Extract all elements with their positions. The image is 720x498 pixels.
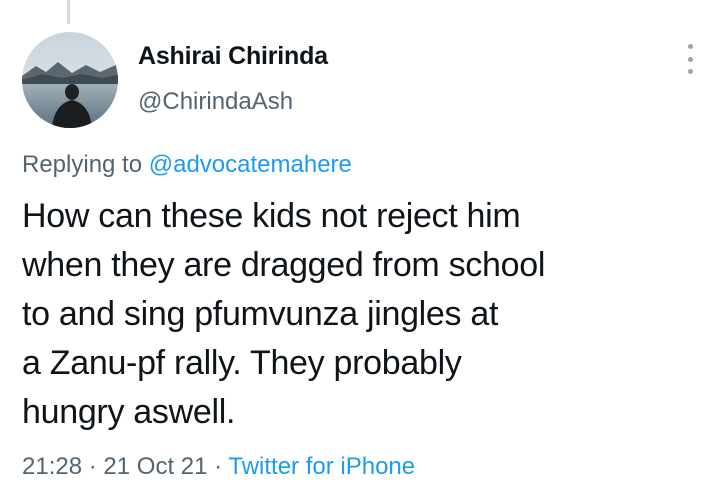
- meta-separator: ·: [214, 453, 223, 480]
- tweet-text-line: when they are dragged from school: [22, 246, 546, 284]
- tweet-date[interactable]: 21 Oct 21: [103, 453, 207, 480]
- thread-connector-line: [67, 0, 70, 24]
- tweet-source-link[interactable]: Twitter for iPhone: [228, 453, 415, 480]
- replying-to-label: Replying to: [22, 151, 143, 178]
- tweet-text-line: How can these kids not reject him: [22, 197, 521, 235]
- replying-to: Replying to @advocatemahere: [22, 149, 352, 181]
- avatar[interactable]: [22, 32, 118, 128]
- meta-separator: ·: [88, 453, 97, 480]
- tweet-text: How can these kids not reject him when t…: [22, 192, 702, 437]
- more-dot: [687, 56, 693, 62]
- more-options-icon[interactable]: [682, 44, 698, 74]
- tweet-time[interactable]: 21:28: [22, 453, 82, 480]
- tweet-text-line: hungry aswell.: [22, 393, 236, 431]
- user-info: Ashirai Chirinda @ChirindaAsh: [138, 40, 328, 118]
- display-name[interactable]: Ashirai Chirinda: [138, 40, 328, 72]
- avatar-image: [22, 32, 118, 128]
- user-handle[interactable]: @ChirindaAsh: [138, 86, 328, 118]
- reply-mention-link[interactable]: @advocatemahere: [149, 151, 352, 178]
- more-dot: [687, 44, 693, 49]
- tweet-metadata: 21:28 · 21 Oct 21 · Twitter for iPhone: [22, 451, 415, 483]
- tweet-card: Ashirai Chirinda @ChirindaAsh Replying t…: [0, 0, 720, 498]
- tweet-text-line: to and sing pfumvunza jingles at: [22, 295, 499, 333]
- tweet-text-line: a Zanu-pf rally. They probably: [22, 344, 462, 382]
- more-dot: [687, 69, 693, 74]
